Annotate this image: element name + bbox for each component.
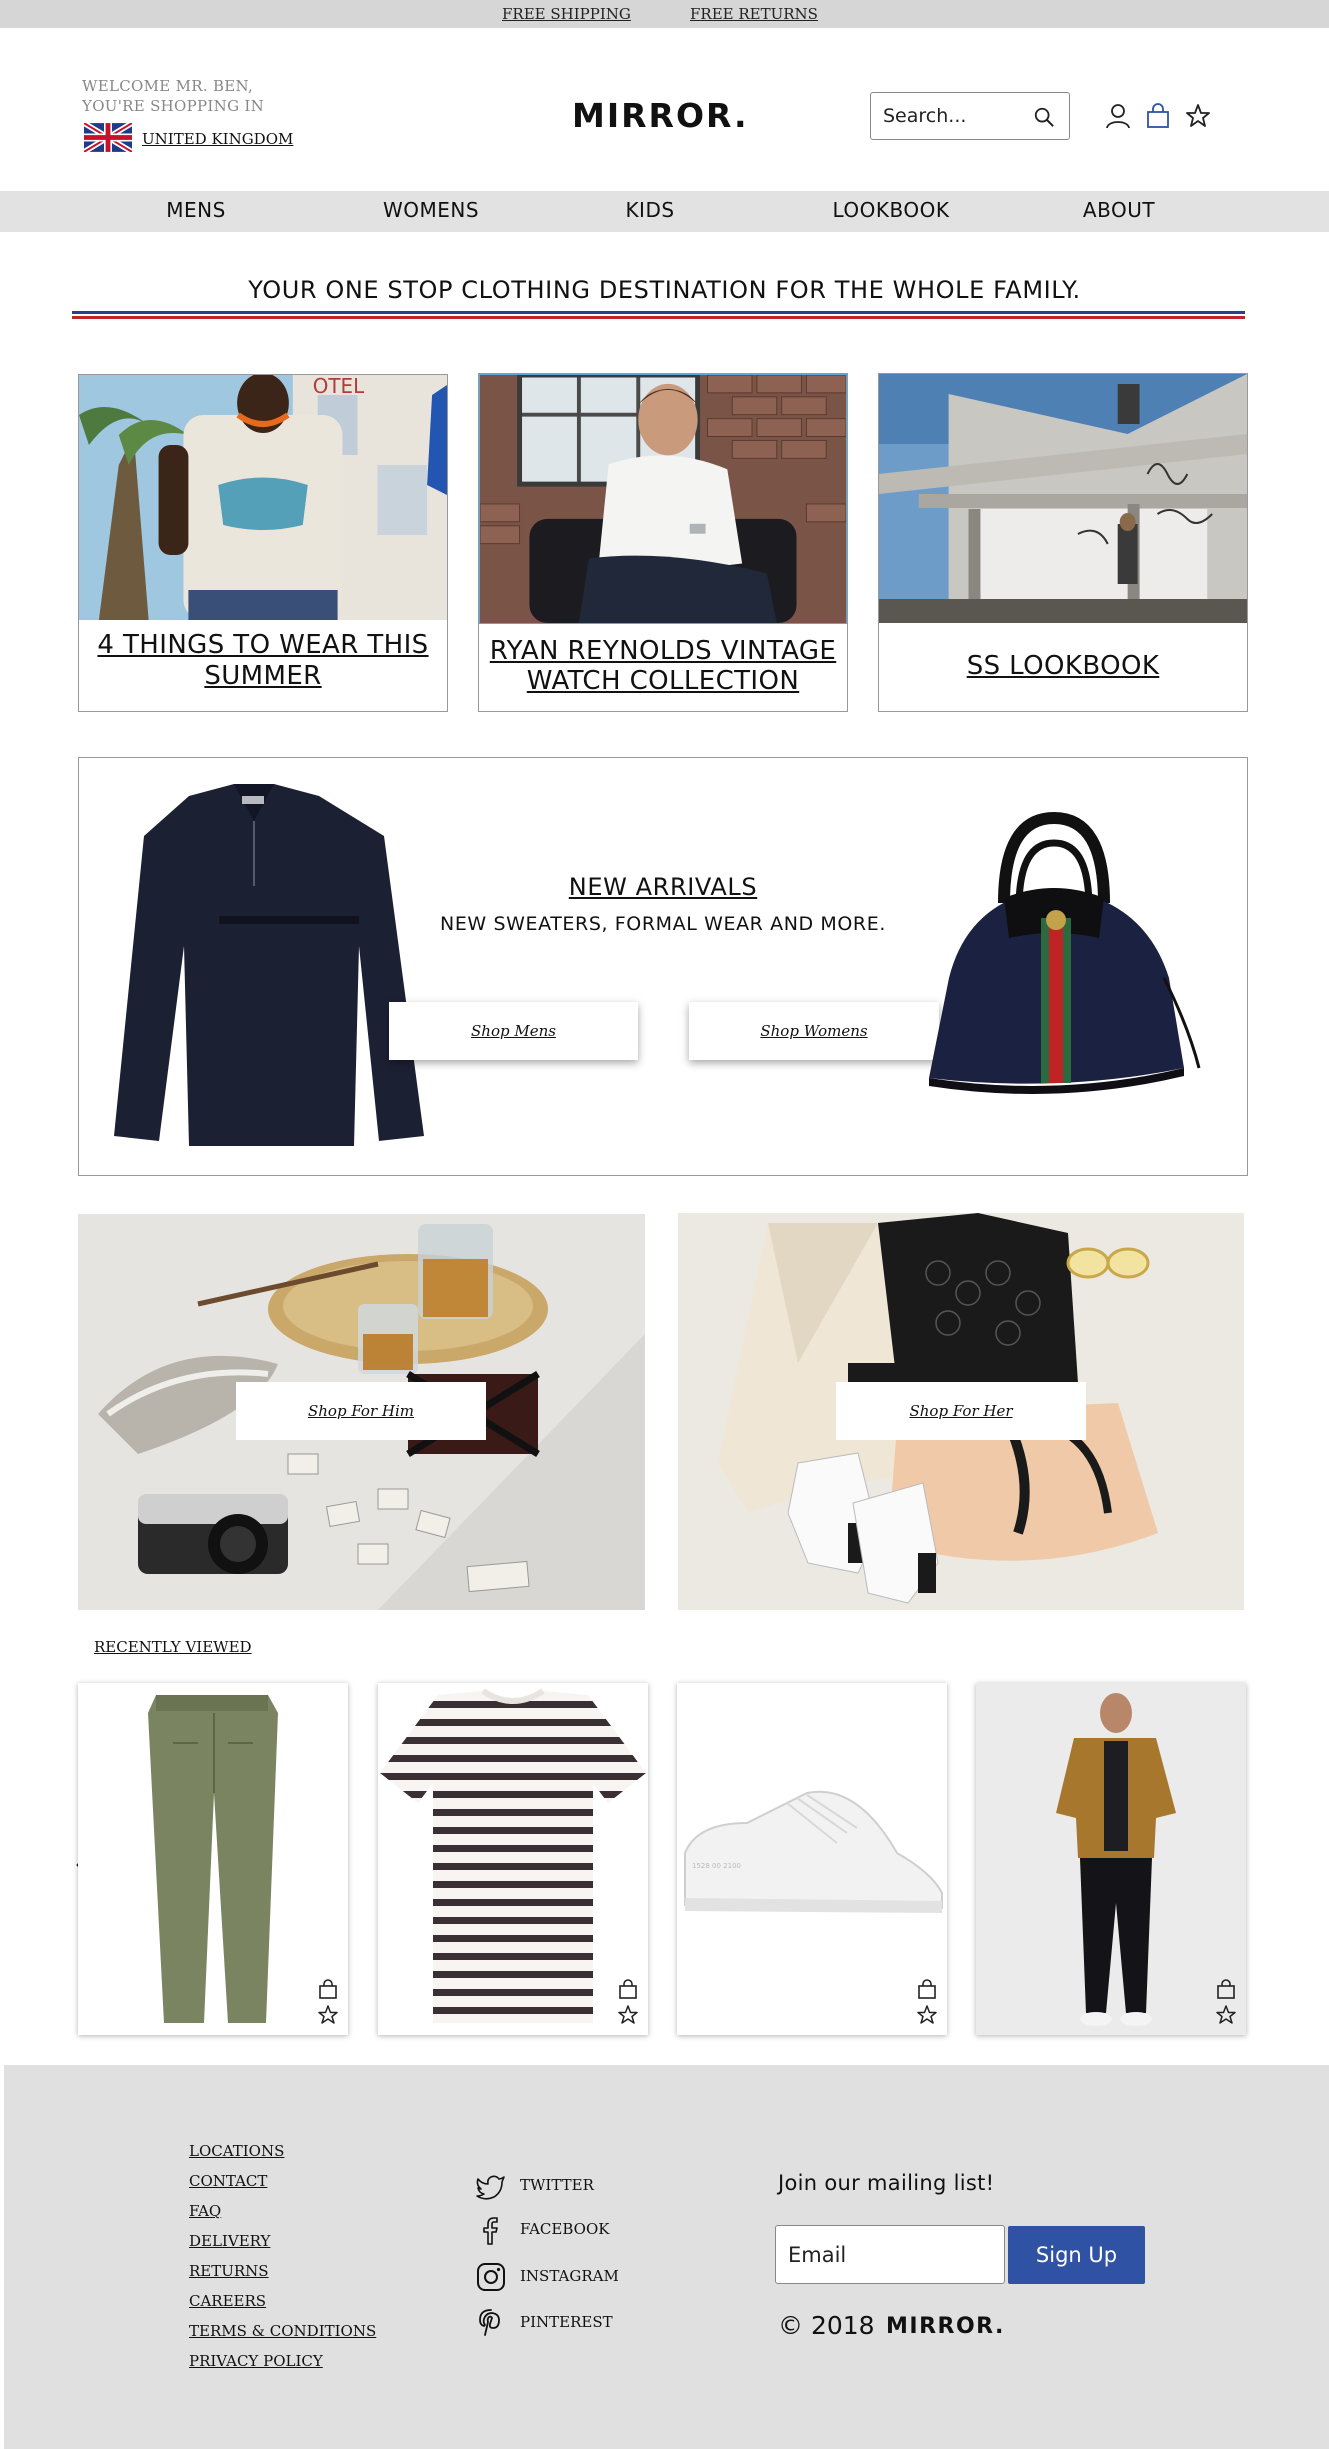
- recent-item-striped-tshirt[interactable]: [378, 1683, 648, 2035]
- ss-lookbook-image: [879, 374, 1247, 623]
- uk-flag-icon[interactable]: [84, 123, 132, 152]
- site-logo[interactable]: MIRROR.: [572, 96, 749, 135]
- pinterest-label[interactable]: PINTEREST: [520, 2313, 613, 2331]
- gift-panel-him[interactable]: Shop For Him: [78, 1214, 645, 1610]
- shopping-in-text: YOU'RE SHOPPING IN: [82, 97, 265, 115]
- nav-item-mens[interactable]: MENS: [140, 198, 252, 222]
- summer-tshirt-image: OTEL: [79, 375, 447, 620]
- trousers-image: [148, 1695, 278, 2023]
- footer-link-contact[interactable]: CONTACT: [189, 2172, 267, 2190]
- free-returns-link[interactable]: FREE RETURNS: [690, 5, 818, 23]
- search-box[interactable]: [870, 92, 1070, 140]
- shop-mens-button[interactable]: Shop Mens: [389, 1002, 638, 1060]
- welcome-text: WELCOME MR. BEN,: [82, 77, 254, 95]
- mailing-list-title: Join our mailing list!: [778, 2171, 995, 2195]
- tagline: YOUR ONE STOP CLOTHING DESTINATION FOR T…: [248, 276, 1081, 304]
- svg-text:OTEL: OTEL: [313, 375, 364, 398]
- feature-title-summer-line1[interactable]: 4 THINGS TO WEAR THIS: [79, 630, 447, 661]
- white-sneakers-image: 1528 00 2100: [684, 1790, 943, 1913]
- add-to-wishlist-star-icon[interactable]: [916, 2004, 938, 2026]
- facebook-icon[interactable]: [475, 2214, 507, 2246]
- model-outfit-image: [976, 1683, 1246, 2035]
- gift-panel-her[interactable]: Shop For Her: [678, 1213, 1244, 1610]
- feature-card-watch[interactable]: RYAN REYNOLDS VINTAGE WATCH COLLECTION: [478, 373, 848, 712]
- stripe-red: [72, 316, 1245, 319]
- country-link[interactable]: UNITED KINGDOM: [142, 130, 293, 148]
- feature-card-summer[interactable]: OTEL 4 THINGS TO WEAR THIS SUMMER: [78, 374, 448, 712]
- footer-link-delivery[interactable]: DELIVERY: [189, 2232, 270, 2250]
- footer-link-privacy[interactable]: PRIVACY POLICY: [189, 2352, 323, 2370]
- nav-item-lookbook[interactable]: LOOKBOOK: [816, 198, 966, 222]
- feature-card-lookbook[interactable]: SS LOOKBOOK: [878, 373, 1248, 712]
- feature-title-watch-line2[interactable]: WATCH COLLECTION: [479, 666, 847, 697]
- facebook-label[interactable]: FACEBOOK: [520, 2220, 609, 2238]
- add-to-wishlist-star-icon[interactable]: [617, 2004, 639, 2026]
- add-to-bag-icon[interactable]: [1215, 1978, 1237, 2000]
- footer-link-locations[interactable]: LOCATIONS: [189, 2142, 284, 2160]
- recent-item-outfit[interactable]: [976, 1683, 1246, 2035]
- instagram-icon[interactable]: [475, 2261, 507, 2293]
- womens-handbag-image: [929, 811, 1201, 1094]
- twitter-icon[interactable]: [475, 2170, 507, 2202]
- shop-womens-button[interactable]: Shop Womens: [689, 1002, 939, 1060]
- search-icon[interactable]: [1033, 106, 1055, 128]
- footer-logo[interactable]: MIRROR.: [886, 2314, 1005, 2339]
- footer-link-careers[interactable]: CAREERS: [189, 2292, 266, 2310]
- pinterest-icon[interactable]: [475, 2307, 507, 2339]
- svg-text:1528 00 2100: 1528 00 2100: [692, 1862, 741, 1870]
- twitter-label[interactable]: TWITTER: [520, 2176, 594, 2194]
- wishlist-star-icon[interactable]: [1184, 102, 1212, 130]
- new-arrivals-panel: NEW ARRIVALS NEW SWEATERS, FORMAL WEAR A…: [78, 757, 1248, 1176]
- shop-for-him-button[interactable]: Shop For Him: [236, 1382, 486, 1440]
- recent-item-sneakers[interactable]: 1528 00 2100: [677, 1683, 947, 2035]
- footer-link-faq[interactable]: FAQ: [189, 2202, 221, 2220]
- nav-item-about[interactable]: ABOUT: [1060, 198, 1178, 222]
- watch-collection-image: [479, 374, 847, 624]
- nav-item-womens[interactable]: WOMENS: [365, 198, 497, 222]
- feature-title-watch-line1[interactable]: RYAN REYNOLDS VINTAGE: [479, 636, 847, 667]
- feature-title-lookbook[interactable]: SS LOOKBOOK: [879, 651, 1247, 682]
- recent-item-trousers[interactable]: [78, 1683, 348, 2035]
- account-icon[interactable]: [1104, 102, 1132, 130]
- add-to-wishlist-star-icon[interactable]: [1215, 2004, 1237, 2026]
- mens-sweater-image: [114, 784, 424, 1146]
- instagram-label[interactable]: INSTAGRAM: [520, 2267, 619, 2285]
- email-field[interactable]: [775, 2225, 1005, 2284]
- copyright-text: © 2018: [778, 2311, 875, 2340]
- free-shipping-link[interactable]: FREE SHIPPING: [502, 5, 631, 23]
- search-input[interactable]: [883, 103, 1023, 129]
- feature-title-summer-line2[interactable]: SUMMER: [79, 661, 447, 692]
- striped-tshirt-image: [380, 1688, 646, 2023]
- stripe-blue: [72, 311, 1245, 314]
- add-to-bag-icon[interactable]: [617, 1978, 639, 2000]
- recently-viewed-title[interactable]: RECENTLY VIEWED: [94, 1638, 252, 1656]
- add-to-wishlist-star-icon[interactable]: [317, 2004, 339, 2026]
- add-to-bag-icon[interactable]: [317, 1978, 339, 2000]
- promo-bar: [0, 0, 1329, 28]
- add-to-bag-icon[interactable]: [916, 1978, 938, 2000]
- shop-for-her-button[interactable]: Shop For Her: [836, 1382, 1086, 1440]
- footer-link-returns[interactable]: RETURNS: [189, 2262, 269, 2280]
- bag-icon[interactable]: [1144, 102, 1172, 130]
- footer-link-terms[interactable]: TERMS & CONDITIONS: [189, 2322, 376, 2340]
- sign-up-button[interactable]: Sign Up: [1008, 2226, 1145, 2284]
- nav-item-kids[interactable]: KIDS: [600, 198, 700, 222]
